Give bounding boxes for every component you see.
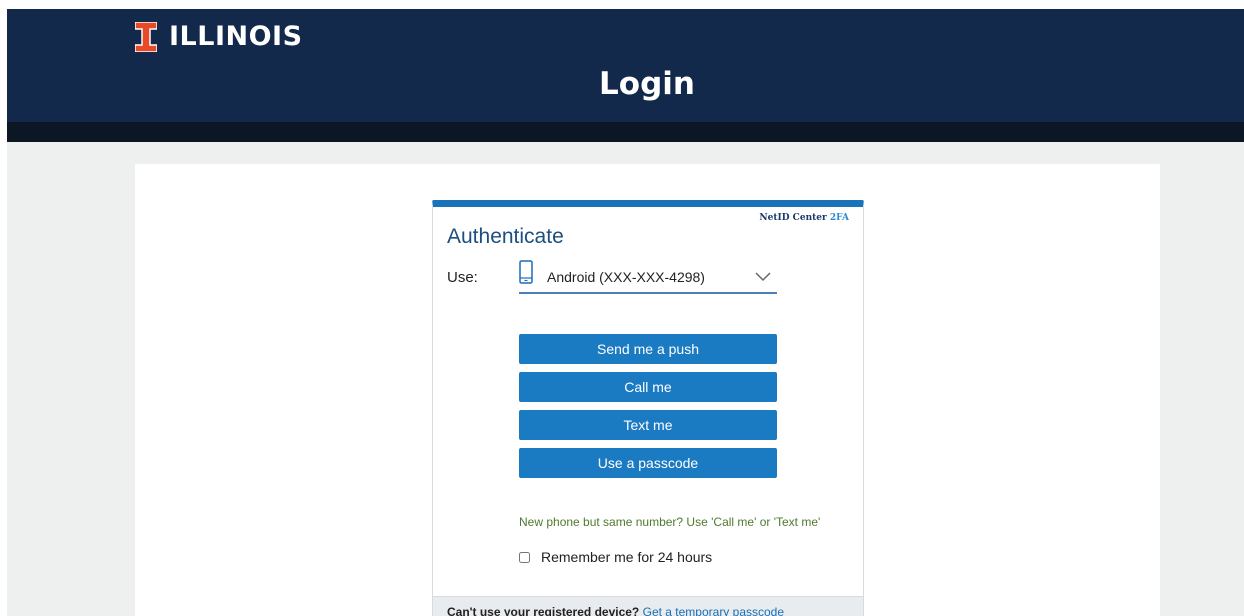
device-select[interactable]: Android (XXX-XXX-4298) xyxy=(519,260,777,294)
page-title: Login xyxy=(599,66,695,102)
footer-text: Can't use your registered device? Get a … xyxy=(447,605,784,616)
auth-frame: NetID Center 2FA Authenticate Use: Andro… xyxy=(432,200,864,616)
footer-question: Can't use your registered device? xyxy=(447,605,640,616)
new-phone-note: New phone but same number? Use 'Call me'… xyxy=(519,515,821,529)
netid-badge-main: NetID Center xyxy=(759,213,827,223)
text-me-button[interactable]: Text me xyxy=(519,410,777,440)
temporary-passcode-link[interactable]: Get a temporary passcode xyxy=(643,605,784,616)
use-passcode-button[interactable]: Use a passcode xyxy=(519,448,777,478)
content-panel: NetID Center 2FA Authenticate Use: Andro… xyxy=(135,164,1160,616)
send-push-button[interactable]: Send me a push xyxy=(519,334,777,364)
illinois-logo[interactable]: ILLINOIS xyxy=(135,21,303,52)
phone-icon xyxy=(519,260,533,289)
brand-name: ILLINOIS xyxy=(169,21,303,52)
block-i-icon xyxy=(135,21,157,52)
remember-me-label: Remember me for 24 hours xyxy=(541,549,713,565)
header-divider xyxy=(7,122,1244,142)
call-me-button[interactable]: Call me xyxy=(519,372,777,402)
netid-badge: NetID Center 2FA xyxy=(759,213,849,223)
page-frame: ILLINOIS Login NetID Center 2FA Authenti… xyxy=(7,9,1244,616)
remember-me[interactable]: Remember me for 24 hours xyxy=(519,549,712,565)
chevron-down-icon xyxy=(755,269,771,287)
remember-me-checkbox[interactable] xyxy=(519,551,530,563)
site-header: ILLINOIS Login xyxy=(7,9,1244,122)
use-label: Use: xyxy=(447,269,478,286)
device-selected-value: Android (XXX-XXX-4298) xyxy=(547,268,705,285)
auth-footer: Can't use your registered device? Get a … xyxy=(433,596,863,616)
netid-badge-suffix: 2FA xyxy=(829,213,849,223)
auth-heading: Authenticate xyxy=(447,225,564,248)
